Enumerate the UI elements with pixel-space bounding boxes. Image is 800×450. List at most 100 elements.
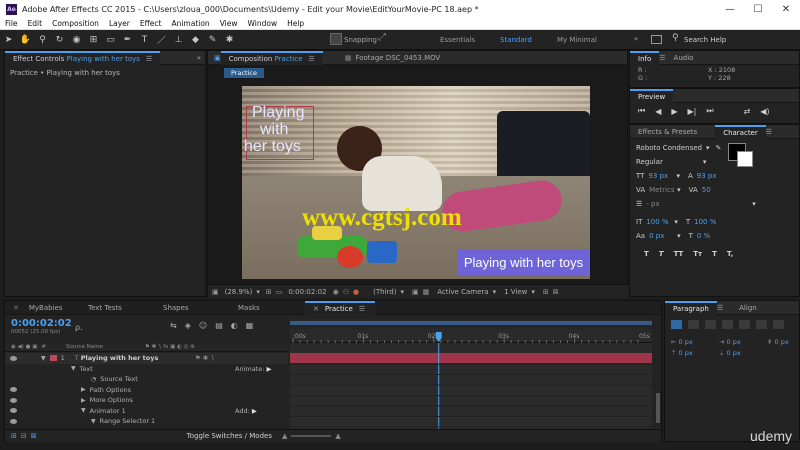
menu-window[interactable]: Window — [243, 19, 283, 28]
minimize-button[interactable]: — — [716, 0, 744, 18]
small-caps-button[interactable]: Tт — [693, 250, 702, 258]
style-dropdown[interactable]: Regular — [636, 158, 663, 166]
eraser-tool-icon[interactable]: ◆ — [187, 31, 204, 48]
menu-help[interactable]: Help — [282, 19, 309, 28]
motion-blur-icon[interactable]: ◐ — [231, 321, 238, 330]
panel-menu-icon[interactable]: ☰ — [309, 55, 315, 63]
clone-tool-icon[interactable]: ⊥ — [170, 31, 187, 48]
puppet-tool-icon[interactable]: ✱ — [221, 31, 238, 48]
selection-tool-icon[interactable]: ➤ — [0, 31, 17, 48]
layer-row[interactable]: ▼ 1 T Playing with her toys ⚑ ✱ ∖ — [5, 353, 288, 364]
in-out-icon[interactable]: ⊠ — [31, 432, 37, 440]
timeline-search[interactable]: ρ. — [75, 323, 83, 332]
panel-menu-icon[interactable]: ☰ — [717, 304, 723, 312]
roto-tool-icon[interactable]: ✎ — [204, 31, 221, 48]
close-icon[interactable]: ✕ — [313, 305, 319, 313]
tab-masks[interactable]: Masks — [230, 301, 305, 315]
expand-triangle-icon[interactable]: ▼ — [91, 418, 96, 425]
tab-character[interactable]: Character — [715, 124, 766, 139]
property-row[interactable]: ◔ Source Text — [5, 374, 288, 385]
visibility-eye-icon[interactable] — [10, 408, 17, 414]
label-color-swatch[interactable] — [49, 355, 57, 362]
all-caps-button[interactable]: TT — [674, 250, 684, 258]
comp-mini-flowchart-icon[interactable]: ⇆ — [170, 321, 177, 330]
visibility-eye-icon[interactable] — [10, 387, 17, 393]
tab-align[interactable]: Align — [731, 301, 765, 315]
draft-3d-icon[interactable]: ◈ — [185, 321, 191, 330]
layer-switches-icon[interactable]: ⊞ — [11, 432, 17, 440]
zoom-dropdown[interactable]: (28.9%) — [225, 288, 253, 296]
search-help-field[interactable]: Search Help — [684, 36, 726, 44]
font-dropdown[interactable]: Roboto Condensed — [636, 144, 702, 152]
snapping-options-icon[interactable]: ⤢ — [378, 32, 386, 43]
tab-footage[interactable]: ▦ Footage DSC_0453.MOV — [337, 51, 448, 65]
first-frame-icon[interactable]: ⏮ — [638, 106, 645, 116]
menu-edit[interactable]: Edit — [23, 19, 48, 28]
close-icon[interactable]: ✕ — [13, 304, 19, 312]
close-button[interactable]: ✕ — [772, 0, 800, 18]
expand-triangle-icon[interactable]: ▶ — [81, 386, 86, 393]
justify-right-button[interactable] — [756, 320, 767, 329]
align-left-button[interactable] — [671, 320, 682, 329]
baseline-value[interactable]: 0 px — [649, 232, 677, 240]
stroke-color-swatch[interactable] — [737, 151, 753, 167]
align-right-button[interactable] — [705, 320, 716, 329]
visibility-eye-icon[interactable] — [10, 355, 17, 361]
tab-paragraph[interactable]: Paragraph — [665, 300, 717, 315]
render-icon[interactable]: ⊞ — [543, 288, 549, 296]
snapping-checkbox[interactable] — [330, 33, 342, 45]
justify-center-button[interactable] — [739, 320, 750, 329]
next-frame-icon[interactable]: ▶| — [688, 107, 697, 116]
subscript-button[interactable]: T, — [727, 250, 733, 258]
tab-practice[interactable]: ✕ Practice ☰ — [305, 300, 375, 315]
layer-name[interactable]: Playing with her toys — [81, 354, 159, 362]
expand-triangle-icon[interactable]: ▶ — [81, 397, 86, 404]
tab-composition[interactable]: Composition Practice ☰ — [220, 50, 323, 65]
font-size-value[interactable]: 93 px — [648, 172, 676, 180]
justify-left-button[interactable] — [722, 320, 733, 329]
region-icon[interactable]: ▣ — [412, 288, 419, 296]
lock-icon[interactable]: ▣ — [214, 54, 221, 62]
zoom-out-icon[interactable]: ▲ — [282, 432, 287, 440]
resolution-dropdown[interactable]: (Third) — [373, 288, 396, 296]
search-icon[interactable]: ⚲ — [672, 33, 679, 43]
workspace-essentials[interactable]: Essentials — [440, 36, 475, 44]
expand-triangle-icon[interactable]: ▼ — [41, 355, 46, 362]
tab-text-tests[interactable]: Text Tests — [80, 301, 155, 315]
mute-icon[interactable]: ◀) — [760, 107, 769, 116]
work-area-bar[interactable] — [290, 318, 652, 329]
mask-icon[interactable]: ▭ — [276, 288, 283, 296]
snapshot-icon[interactable]: ◉ — [333, 288, 339, 296]
timeline-scrollbar[interactable] — [655, 343, 661, 429]
transparency-grid-icon[interactable]: ▦ — [423, 288, 430, 296]
expand-triangle-icon[interactable]: ▼ — [81, 407, 86, 414]
align-center-button[interactable] — [688, 320, 699, 329]
property-row[interactable]: ▼ Text Animate: ▶ — [5, 364, 288, 375]
pen-tool-icon[interactable]: ✒ — [119, 31, 136, 48]
always-preview-icon[interactable]: ▣ — [212, 288, 219, 296]
property-row[interactable]: ▶ More Options — [5, 395, 288, 406]
title-overlay[interactable]: Playing with her toys — [244, 104, 304, 155]
views-dropdown[interactable]: 1 View — [504, 288, 527, 296]
menu-view[interactable]: View — [215, 19, 243, 28]
vertical-scale-value[interactable]: 100 % — [646, 218, 674, 226]
property-row[interactable]: ▼ Animator 1 Add: ▶ — [5, 406, 288, 417]
property-action[interactable]: Animate: ▶ — [235, 365, 272, 373]
frame-blending-icon[interactable]: ▤ — [215, 321, 223, 330]
leading-value[interactable]: 93 px — [697, 172, 717, 180]
faux-bold-button[interactable]: T — [644, 250, 649, 258]
indent-right-field[interactable]: ⇥ 0 px — [719, 338, 767, 346]
expand-triangle-icon[interactable]: ▼ — [71, 365, 76, 372]
workspace-my-minimal[interactable]: My Minimal — [557, 36, 597, 44]
hand-tool-icon[interactable]: ✋ — [17, 31, 34, 48]
time-ruler[interactable]: :00s 01s 02s 03s 04s 05s — [290, 329, 652, 343]
stopwatch-icon[interactable]: ◔ — [91, 376, 96, 383]
superscript-button[interactable]: T — [712, 250, 717, 258]
brush-tool-icon[interactable]: ／ — [153, 31, 170, 48]
graph-editor-icon[interactable]: ▦ — [246, 321, 254, 330]
tab-audio[interactable]: Audio — [666, 51, 702, 65]
workspace-overflow-icon[interactable]: » — [634, 35, 638, 43]
panel-overflow-icon[interactable]: » — [197, 54, 201, 62]
scrollbar-thumb[interactable] — [656, 393, 660, 423]
type-tool-icon[interactable]: T — [136, 31, 153, 48]
